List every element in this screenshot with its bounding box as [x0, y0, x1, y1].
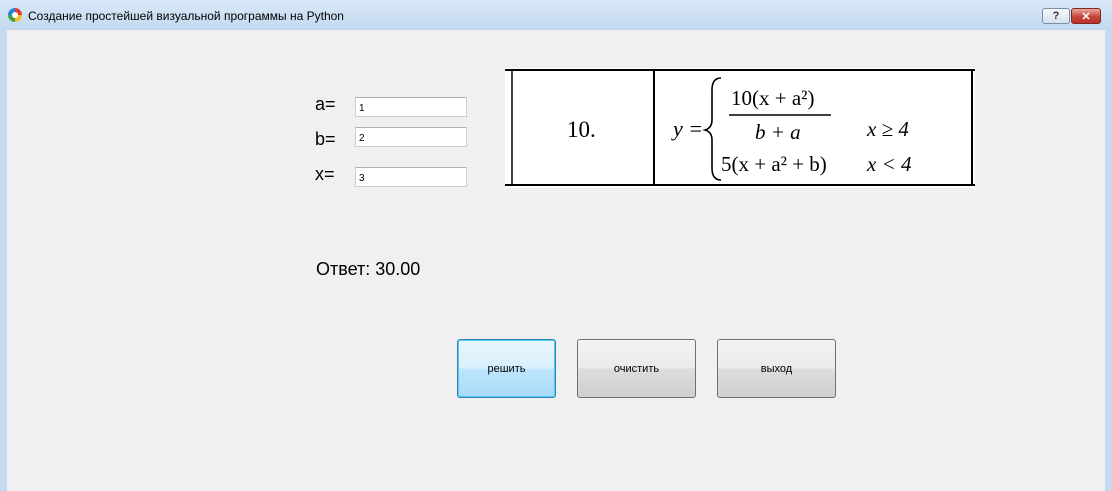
input-x[interactable]: [355, 167, 467, 187]
input-a[interactable]: [355, 97, 467, 117]
formula-y-eq: y =: [671, 116, 703, 141]
input-b[interactable]: [355, 127, 467, 147]
condition-2: x < 4: [866, 152, 912, 176]
window-client-area: a= b= x= 10. y = 10(x + a²) b + a x ≥ 4 …: [7, 30, 1105, 491]
label-a: a=: [315, 94, 336, 114]
left-brace: [702, 77, 722, 181]
help-button[interactable]: ?: [1042, 8, 1070, 24]
title-bar[interactable]: Создание простейшей визуальной программы…: [0, 0, 1112, 30]
window-title: Создание простейшей визуальной программы…: [28, 9, 344, 23]
exit-button-label: выход: [760, 362, 793, 375]
condition-1: x ≥ 4: [866, 117, 909, 141]
label-b: b=: [315, 129, 336, 149]
clear-button-label: очистить: [613, 362, 660, 375]
app-icon: [8, 8, 22, 22]
formula-case-2: 5(x + a² + b): [721, 152, 827, 176]
solve-button-label: решить: [487, 362, 526, 375]
close-button[interactable]: ✕: [1071, 8, 1101, 24]
clear-button[interactable]: очистить: [577, 339, 696, 398]
label-x: x=: [315, 164, 335, 184]
exit-button[interactable]: выход: [717, 339, 836, 398]
help-icon: ?: [1052, 10, 1060, 22]
close-icon: ✕: [1081, 10, 1091, 23]
formula-table: 10. y = 10(x + a²) b + a x ≥ 4 5(x + a² …: [505, 69, 975, 186]
answer-label: Ответ: 30.00: [316, 259, 421, 279]
formula-numerator: 10(x + a²): [731, 86, 814, 110]
solve-button[interactable]: решить: [457, 339, 556, 398]
formula-image: 10. y = 10(x + a²) b + a x ≥ 4 5(x + a² …: [505, 68, 975, 188]
formula-denominator: b + a: [755, 120, 801, 144]
task-number: 10.: [567, 117, 596, 142]
